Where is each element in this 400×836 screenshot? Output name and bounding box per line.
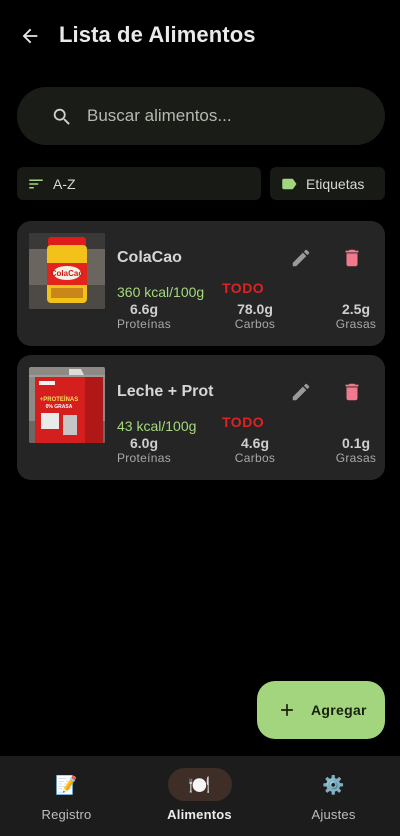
arrow-back-icon <box>22 28 38 44</box>
search-icon <box>53 108 70 125</box>
food-name: Leche + Prot <box>117 383 214 400</box>
macro-carbs: 78.0g Carbos <box>210 301 300 332</box>
nav-label: Ajustes <box>311 807 356 822</box>
delete-button[interactable] <box>339 379 365 405</box>
nav-indicator: ⚙️ <box>302 768 366 801</box>
food-name: ColaCao <box>117 249 182 266</box>
macro-value: 4.6g <box>240 435 269 451</box>
add-food-label: Agregar <box>311 702 367 718</box>
memo-icon: 📝 <box>55 774 78 795</box>
back-button[interactable] <box>14 22 46 50</box>
trash-icon <box>345 383 359 401</box>
plus-icon <box>281 704 293 716</box>
macro-value: 0.1g <box>341 435 370 451</box>
pencil-icon <box>292 249 310 267</box>
food-card[interactable]: ColaCao ColaCao 360 kcal/100g TODO 6.6g … <box>17 221 385 346</box>
app-bar: Lista de Alimentos <box>0 0 400 72</box>
svg-text:+PROTEÍNAS: +PROTEÍNAS <box>40 395 79 403</box>
food-card[interactable]: +PROTEÍNAS 0% GRASA Leche + Prot 43 kcal… <box>17 355 385 480</box>
macro-fat: 0.1g Grasas <box>311 435 400 466</box>
edit-button[interactable] <box>288 245 314 271</box>
pencil-icon <box>292 383 310 401</box>
nav-item-ajustes[interactable]: ⚙️ Ajustes <box>267 756 400 836</box>
nav-indicator-active: 🍽️ <box>167 768 232 801</box>
nav-label: Alimentos <box>167 807 232 822</box>
svg-text:0% GRASA: 0% GRASA <box>46 404 73 410</box>
bottom-navigation: 📝 Registro 🍽️ Alimentos ⚙️ Ajustes <box>0 756 400 836</box>
edit-button[interactable] <box>288 379 314 405</box>
status-badge: TODO <box>222 414 265 430</box>
macro-fat: 2.5g Grasas <box>311 301 400 332</box>
nav-item-registro[interactable]: 📝 Registro <box>0 756 133 836</box>
delete-button[interactable] <box>339 245 365 271</box>
macro-value: 6.0g <box>129 435 158 451</box>
macro-label: Proteínas <box>116 451 172 465</box>
tags-label: Etiquetas <box>306 175 365 192</box>
macro-label: Grasas <box>335 317 377 331</box>
tags-chip[interactable]: Etiquetas <box>270 167 385 200</box>
page-title: Lista de Alimentos <box>59 22 256 47</box>
trash-icon <box>345 249 359 267</box>
macro-value: 78.0g <box>237 301 273 317</box>
svg-text:ColaCao: ColaCao <box>51 269 84 278</box>
nav-label: Registro <box>41 807 92 822</box>
food-image: ColaCao <box>29 233 105 309</box>
sort-label: A-Z <box>53 175 76 192</box>
macro-label: Proteínas <box>116 317 172 331</box>
gear-icon: ⚙️ <box>322 774 345 795</box>
kcal-value: 360 kcal/100g <box>117 284 205 300</box>
nav-indicator: 📝 <box>35 768 99 801</box>
kcal-value: 43 kcal/100g <box>117 418 197 434</box>
macro-value: 6.6g <box>129 301 158 317</box>
sort-chip[interactable]: A-Z <box>17 167 261 200</box>
food-image: +PROTEÍNAS 0% GRASA <box>29 367 105 443</box>
macro-protein: 6.0g Proteínas <box>99 435 189 466</box>
macro-label: Carbos <box>234 451 276 465</box>
macro-label: Grasas <box>335 451 377 465</box>
sort-icon <box>27 175 45 193</box>
search-bar[interactable] <box>17 87 385 145</box>
plate-icon: 🍽️ <box>188 774 211 795</box>
search-input[interactable] <box>87 103 377 129</box>
macro-label: Carbos <box>234 317 276 331</box>
nav-item-alimentos[interactable]: 🍽️ Alimentos <box>133 756 266 836</box>
macro-protein: 6.6g Proteínas <box>99 301 189 332</box>
macro-carbs: 4.6g Carbos <box>210 435 300 466</box>
label-icon <box>280 175 298 193</box>
status-badge: TODO <box>222 280 265 296</box>
macro-value: 2.5g <box>341 301 370 317</box>
add-food-button[interactable]: Agregar <box>257 681 385 739</box>
